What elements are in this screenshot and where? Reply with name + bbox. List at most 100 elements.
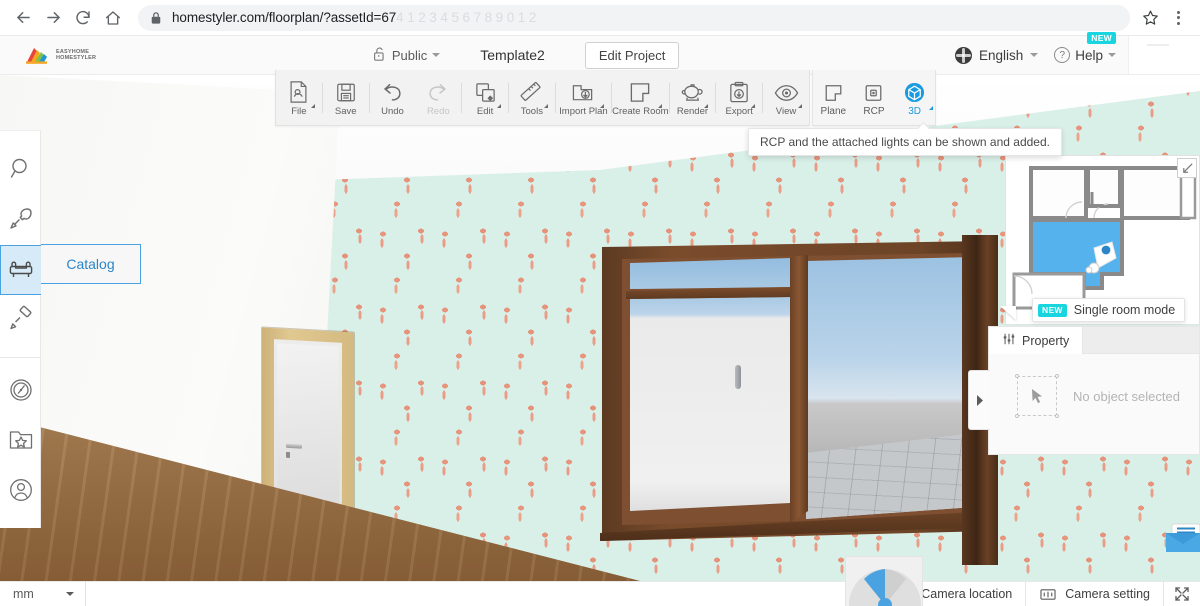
forward-button[interactable]	[38, 3, 68, 33]
toolbar-file[interactable]: File	[276, 71, 322, 125]
toolbar-create-room[interactable]: Create Room	[612, 71, 669, 125]
single-room-mode-label: Single room mode	[1074, 303, 1175, 317]
panel-collapse-toggle[interactable]	[968, 370, 990, 430]
save-floppy-icon	[335, 78, 357, 104]
sidebar-item-favorites[interactable]	[0, 416, 41, 466]
chevron-down-icon	[1030, 53, 1038, 57]
window-mullion-vertical	[790, 255, 808, 523]
omnibox-actions	[1136, 3, 1192, 33]
toolbar-save-label: Save	[335, 106, 357, 117]
toolbar-undo-label: Undo	[381, 106, 404, 117]
property-tabs-filler	[1083, 327, 1199, 354]
sidebar-item-history[interactable]	[0, 366, 41, 416]
property-tab-label: Property	[1022, 334, 1069, 348]
sidebar-item-catalog[interactable]	[0, 245, 41, 295]
rcp-view-icon	[863, 79, 884, 103]
dropdown-corner-icon	[307, 104, 315, 108]
view-mode-3d[interactable]: 3D	[895, 71, 935, 125]
url-fade-overlay	[810, 5, 1130, 31]
plane-view-icon	[823, 79, 844, 103]
edit-project-button[interactable]: Edit Project	[585, 42, 679, 69]
address-bar[interactable]: homestyler.com/floorplan/?assetId=67 4 1…	[138, 5, 1130, 31]
visibility-selector[interactable]: Public	[366, 42, 446, 69]
dropdown-corner-icon	[794, 104, 802, 108]
view-mode-rcp-label: RCP	[863, 106, 884, 117]
lock-icon	[150, 11, 162, 25]
toolbar-save[interactable]: Save	[323, 71, 369, 125]
toolbar-render-label: Render	[677, 106, 708, 117]
dropdown-corner-icon	[493, 104, 501, 108]
chevron-down-icon	[66, 592, 74, 596]
reload-button[interactable]	[68, 3, 98, 33]
help-label: Help	[1075, 48, 1103, 63]
window-pane-left	[630, 297, 790, 511]
dropdown-corner-icon	[540, 104, 548, 108]
window-handle	[735, 365, 741, 389]
toolbar-import-plan[interactable]: Import Plan	[556, 71, 611, 125]
camera-setting-label: Camera setting	[1065, 587, 1150, 601]
dropdown-corner-icon	[925, 106, 933, 110]
logo-line-2: HOMESTYLER	[56, 55, 96, 61]
dropdown-corner-icon	[747, 104, 755, 108]
help-button[interactable]: ? Help NEW	[1048, 43, 1122, 67]
url-ghost-text: 4 1 2 3 4 5 6 7 8 9 0 1 2	[396, 10, 536, 25]
document-title[interactable]: Template2	[480, 47, 545, 63]
toolbar-view[interactable]: View	[763, 71, 809, 125]
bookmark-star-icon[interactable]	[1136, 4, 1164, 32]
edit-copy-icon	[474, 78, 497, 104]
exterior-ground-grid	[806, 425, 974, 519]
tab-property[interactable]: Property	[989, 327, 1083, 354]
magnifier-icon	[8, 156, 34, 185]
rcp-tooltip-text: RCP and the attached lights can be shown…	[760, 135, 1050, 149]
view-mode-toolbar: Plane RCP 3D	[812, 70, 936, 126]
toolbar-edit[interactable]: Edit	[462, 71, 508, 125]
sidebar-item-materials[interactable]	[0, 295, 41, 345]
sidebar-item-account[interactable]	[0, 466, 41, 516]
fullscreen-expand-icon	[1174, 586, 1190, 602]
single-room-mode-tooltip[interactable]: NEW Single room mode	[1032, 298, 1185, 322]
language-selector[interactable]: English	[949, 43, 1044, 68]
shovel-icon	[8, 206, 34, 235]
toolbar-create-room-label: Create Room	[612, 106, 669, 117]
minimap-expand-button[interactable]	[1177, 158, 1197, 178]
toolbar-redo[interactable]: Redo	[415, 71, 461, 125]
export-clipboard-icon	[728, 78, 750, 104]
back-button[interactable]	[8, 3, 38, 33]
file-icon	[287, 78, 310, 104]
app-root: homestyler.com/floorplan/?assetId=67 4 1…	[0, 0, 1200, 606]
sidebar-divider	[0, 357, 41, 358]
toolbar-undo[interactable]: Undo	[370, 71, 416, 125]
toolbar-export[interactable]: Export	[716, 71, 762, 125]
rcp-tooltip: RCP and the attached lights can be shown…	[748, 128, 1062, 156]
teapot-icon	[680, 78, 705, 104]
view-mode-plane-label: Plane	[821, 106, 847, 117]
inbox-mail-icon[interactable]	[1160, 520, 1200, 558]
property-empty-state: No object selected	[989, 354, 1199, 416]
header-center-group: Public Template2 Edit Project	[366, 42, 680, 69]
compass-navigation-widget[interactable]	[845, 556, 923, 606]
unlock-icon	[372, 46, 387, 65]
bottom-bar-actions: Camera location Camera setting	[882, 582, 1200, 606]
catalog-tooltip[interactable]: Catalog	[41, 244, 141, 284]
ruler-icon	[520, 78, 543, 104]
camera-setting-button[interactable]: Camera setting	[1025, 582, 1163, 606]
browser-menu-icon[interactable]	[1164, 3, 1192, 33]
catalog-tooltip-label: Catalog	[66, 256, 114, 272]
property-tabs: Property	[989, 327, 1199, 354]
fullscreen-button[interactable]	[1163, 582, 1200, 606]
star-folder-icon	[8, 428, 34, 455]
dropdown-corner-icon	[700, 104, 708, 108]
camera-setting-icon	[1039, 587, 1057, 602]
toolbar-tools[interactable]: Tools	[509, 71, 555, 125]
sidebar-item-build[interactable]	[0, 195, 41, 245]
homestyler-logo[interactable]: EASYHOME HOMESTYLER	[24, 45, 96, 65]
property-panel: Property No object selected	[988, 326, 1200, 455]
home-button[interactable]	[98, 3, 128, 33]
unit-selector[interactable]: mm	[0, 582, 86, 606]
view-mode-rcp[interactable]: RCP	[854, 71, 894, 125]
logo-line-1: EASYHOME	[56, 49, 89, 55]
toolbar-render[interactable]: Render	[670, 71, 716, 125]
view-mode-plane[interactable]: Plane	[813, 71, 853, 125]
left-sidebar	[0, 130, 41, 528]
sidebar-item-search[interactable]	[0, 145, 41, 195]
